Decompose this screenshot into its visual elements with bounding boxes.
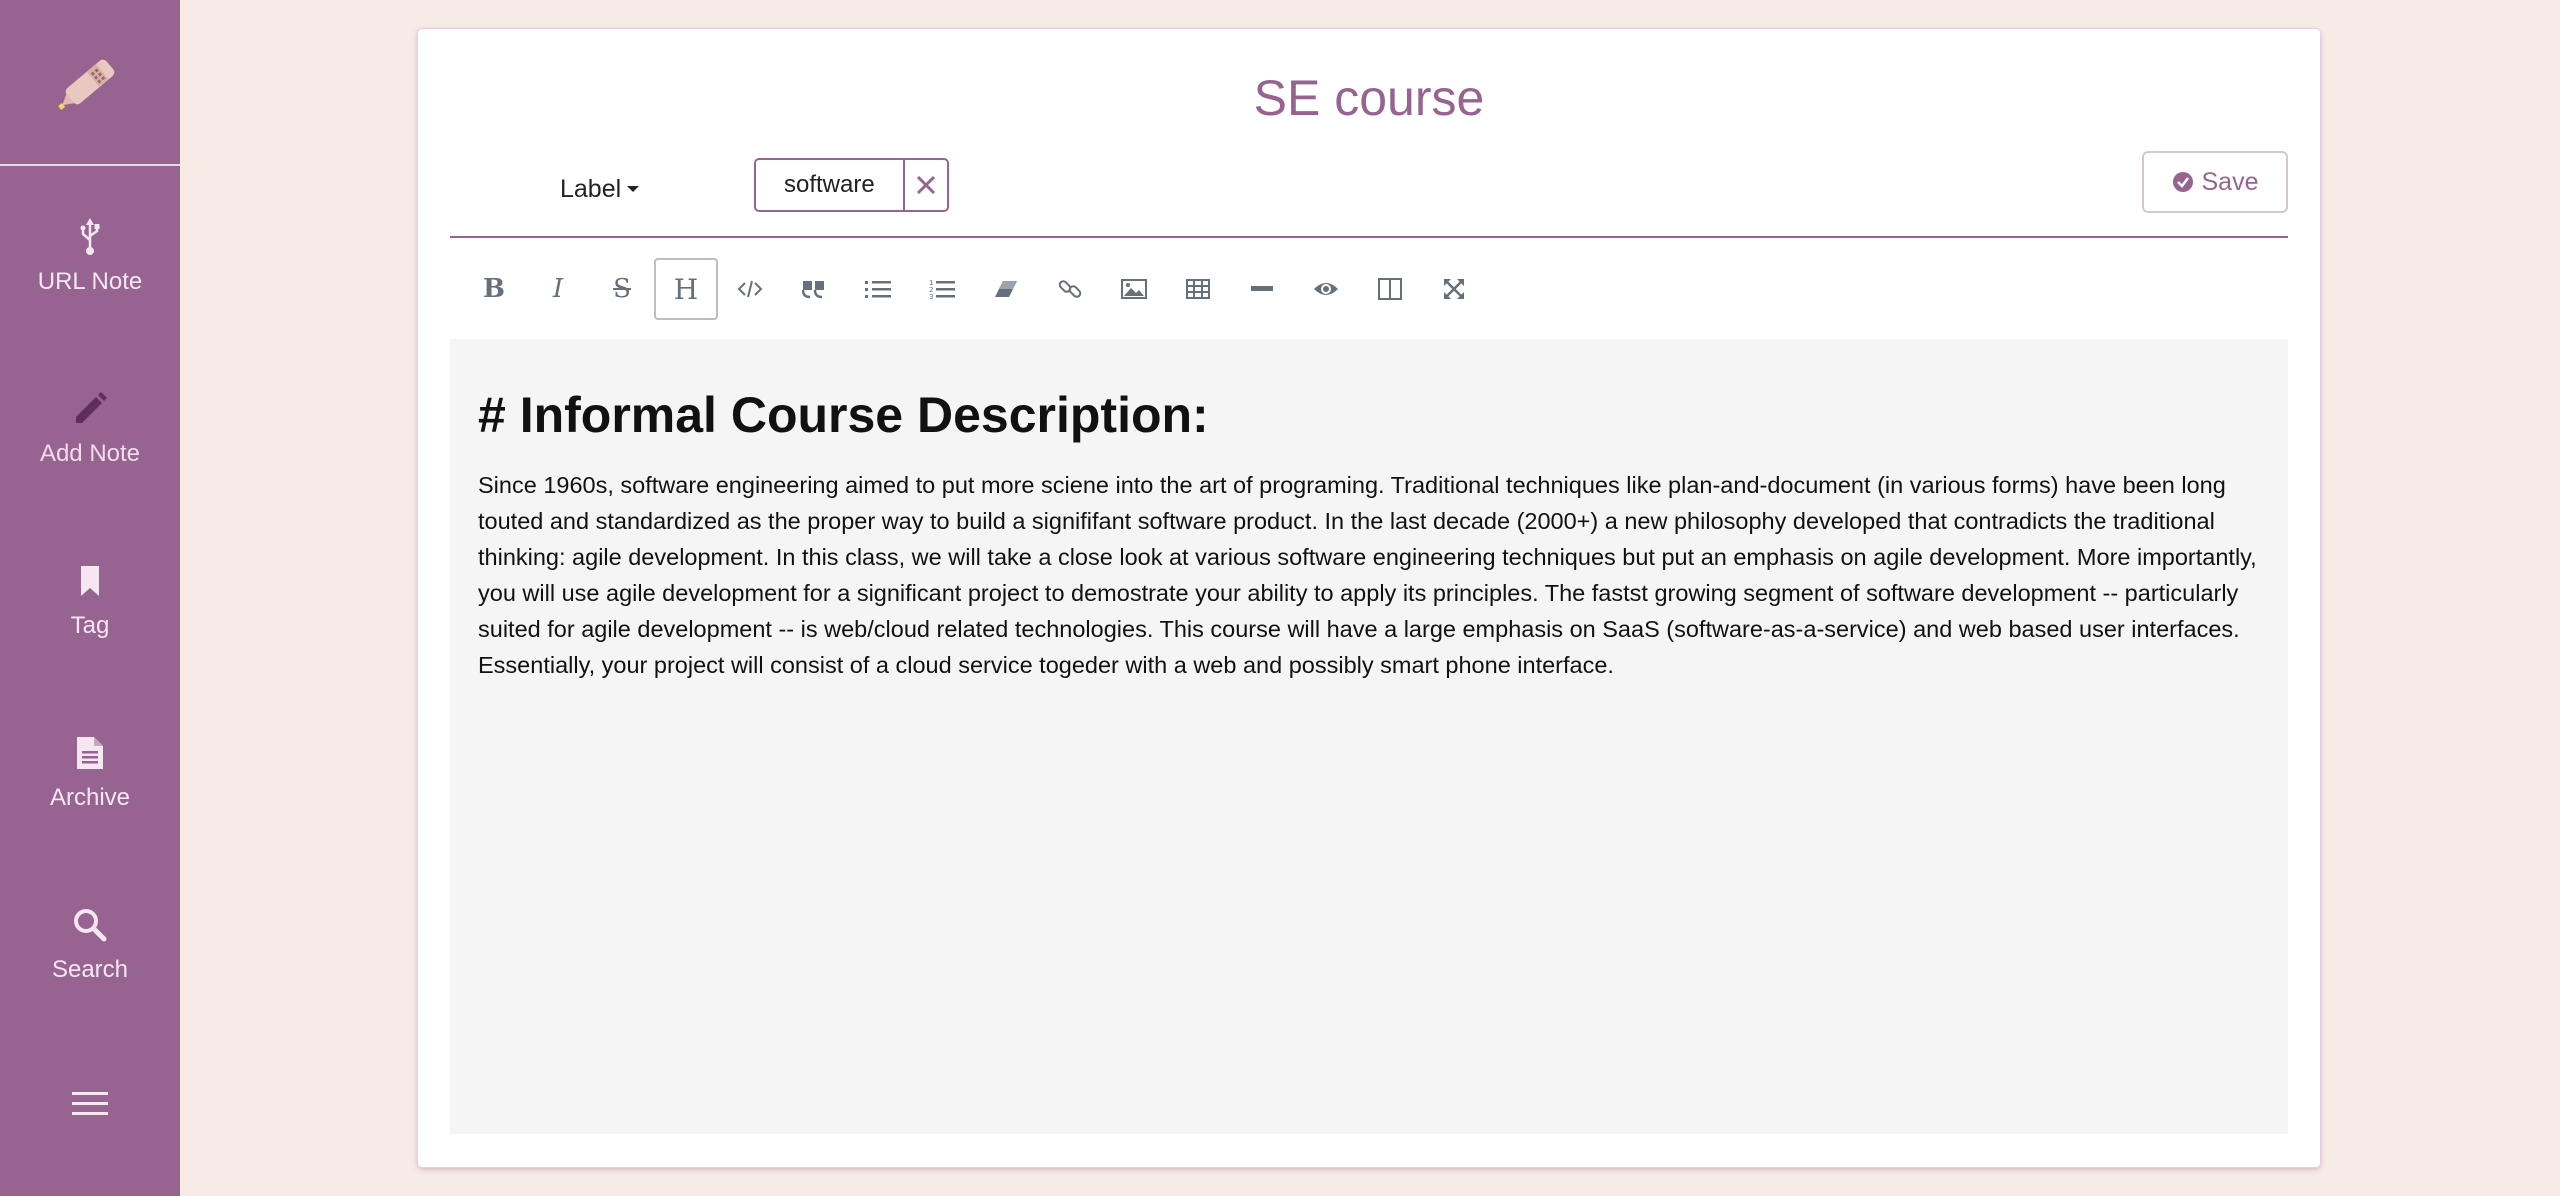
editor-heading: # Informal Course Description: [478,387,1209,443]
file-icon [77,732,103,774]
fullscreen-icon [1444,279,1464,299]
link-icon [1058,280,1082,298]
editor-toolbar: B I S H 1 2 3 [462,257,1486,321]
bold-icon: B [483,274,505,304]
close-icon [916,175,935,195]
preview-button[interactable] [1294,258,1358,320]
image-button[interactable] [1102,258,1166,320]
svg-text:3: 3 [929,293,933,300]
nav-url-note-label: URL Note [37,268,143,295]
table-button[interactable] [1166,258,1230,320]
markdown-editor[interactable]: # Informal Course Description: Since 196… [450,339,2288,1134]
save-button-label: Save [2201,167,2259,196]
side-by-side-button[interactable] [1358,258,1422,320]
ordered-list-button[interactable]: 1 2 3 [910,258,974,320]
editor-body: Since 1960s, software engineering aimed … [478,472,2257,678]
eraser-icon [995,281,1017,297]
pen-nib-logo-icon [58,59,115,111]
image-icon [1121,279,1147,299]
nav-archive[interactable]: Archive [0,702,180,842]
nav-tag[interactable]: Tag [0,530,180,670]
sidebar: URL Note Add Note Tag Archive Search [0,0,180,1196]
bold-button[interactable]: B [462,258,526,320]
quote-icon [802,281,824,299]
strikethrough-icon: S [613,274,631,304]
check-circle-icon [2172,172,2193,192]
label-dropdown-text: Label [560,174,622,203]
horizontal-rule-button[interactable] [1230,258,1294,320]
heading-button[interactable]: H [654,258,718,320]
fullscreen-button[interactable] [1422,258,1486,320]
quote-button[interactable] [782,258,846,320]
nav-archive-label: Archive [49,784,131,811]
eye-icon [1314,283,1338,295]
label-dropdown[interactable]: Label [560,169,640,209]
nav-tag-label: Tag [70,612,110,639]
logo[interactable] [0,0,180,166]
hamburger-menu-icon[interactable] [72,1090,108,1118]
italic-icon: I [552,274,564,304]
code-button[interactable] [718,258,782,320]
note-card: SE course Label software Save B I S H 1 … [418,29,2320,1167]
nav-add-note[interactable]: Add Note [0,358,180,498]
pencil-icon [72,388,108,430]
columns-icon [1378,278,1402,300]
heading-icon: H [673,272,699,306]
save-button[interactable]: Save [2142,151,2288,213]
clean-block-button[interactable] [974,258,1038,320]
ordered-list-icon: 1 2 3 [929,279,955,300]
search-icon [73,904,107,946]
nav-search-label: Search [51,956,129,983]
bookmark-icon [81,560,99,602]
unordered-list-icon [865,281,891,298]
unordered-list-button[interactable] [846,258,910,320]
nav-search[interactable]: Search [0,874,180,1014]
usb-icon [79,216,101,258]
caret-down-icon [627,186,640,192]
nav-url-note[interactable]: URL Note [0,186,180,326]
note-title[interactable]: SE course [418,69,2320,127]
remove-tag-button[interactable] [905,160,947,210]
italic-button[interactable]: I [526,258,590,320]
strikethrough-button[interactable]: S [590,258,654,320]
horizontal-rule-icon [1251,286,1273,291]
tag-chip-label: software [756,160,905,210]
table-icon [1186,279,1210,299]
divider [450,236,2288,238]
link-button[interactable] [1038,258,1102,320]
code-icon [737,280,763,298]
nav-add-note-label: Add Note [39,440,141,467]
tag-chip: software [754,158,949,212]
